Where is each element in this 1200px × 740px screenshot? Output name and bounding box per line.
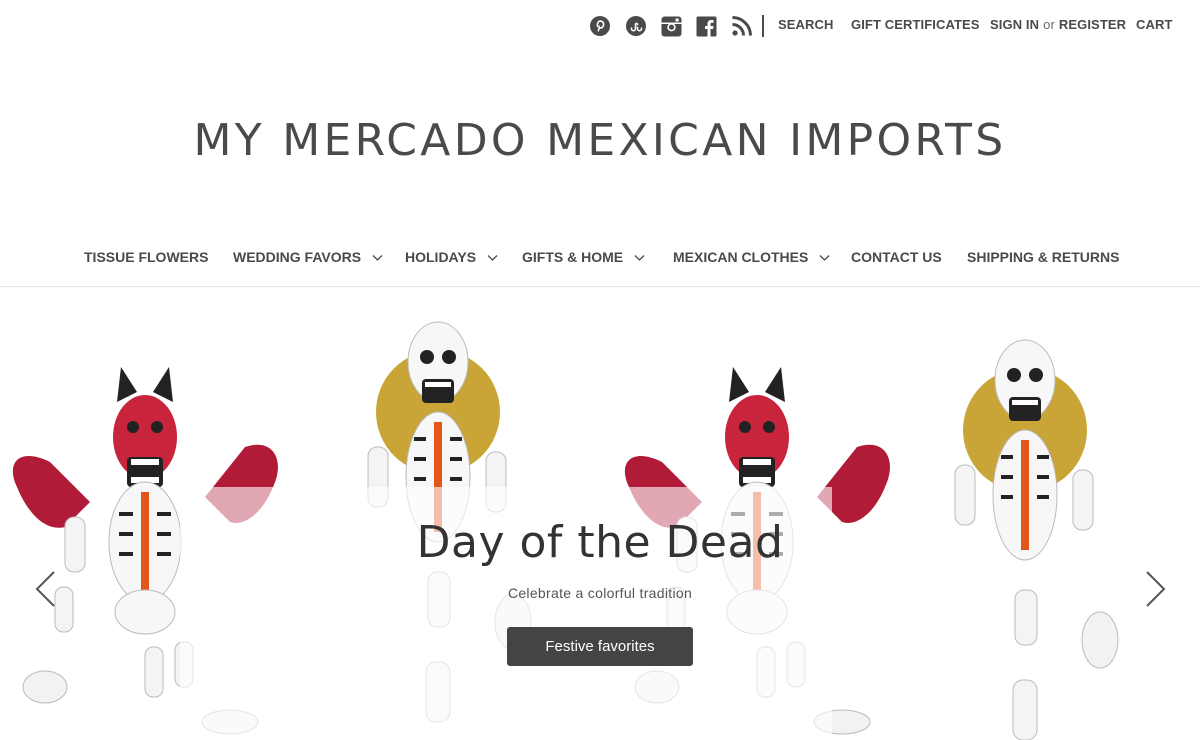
or-text: or [1043,17,1055,32]
nav-label: HOLIDAYS [405,249,477,265]
hero-carousel: Day of the Dead Celebrate a colorful tra… [0,287,1200,740]
hero-title: Day of the Dead [416,517,784,568]
nav-label: WEDDING FAVORS [233,249,362,265]
festive-favorites-button[interactable]: Festive favorites [507,627,693,666]
nav-item-holidays[interactable]: HOLIDAYS [405,249,498,265]
rss-icon[interactable] [730,14,754,38]
register-link[interactable]: REGISTER [1059,17,1126,32]
nav-item-contact-us[interactable]: CONTACT US [851,249,942,265]
chevron-down-icon [634,254,645,261]
account-links: SIGN IN or REGISTER [990,17,1126,32]
top-utility-bar: SEARCH GIFT CERTIFICATES SIGN IN or REGIST… [0,0,1200,52]
nav-label: GIFTS & HOME [522,249,624,265]
main-navigation: TISSUE FLOWERS WEDDING FAVORS HOLIDAYS G… [0,249,1200,271]
stumbleupon-icon[interactable] [624,14,648,38]
nav-item-gifts-home[interactable]: GIFTS & HOME [522,249,645,265]
chevron-down-icon [819,254,830,261]
carousel-prev-arrow-icon[interactable] [32,569,60,609]
hero-subtitle: Celebrate a colorful tradition [507,585,693,601]
chevron-down-icon [372,254,383,261]
nav-label: MEXICAN CLOTHES [673,249,809,265]
nav-label: SHIPPING & RETURNS [967,249,1120,265]
carousel-next-arrow-icon[interactable] [1141,569,1169,609]
pinterest-icon[interactable] [588,14,612,38]
nav-label: TISSUE FLOWERS [84,249,209,265]
facebook-icon[interactable] [695,14,719,38]
nav-item-wedding-favors[interactable]: WEDDING FAVORS [233,249,383,265]
social-links [588,14,766,38]
instagram-icon[interactable] [659,14,683,38]
nav-item-shipping-returns[interactable]: SHIPPING & RETURNS [967,249,1119,265]
sign-in-link[interactable]: SIGN IN [990,17,1039,32]
nav-item-tissue-flowers[interactable]: TISSUE FLOWERS [84,249,208,265]
cart-link[interactable]: CART [1136,17,1173,32]
divider [762,15,764,37]
chevron-down-icon [487,254,498,261]
store-logo[interactable]: MY MERCADO MEXICAN IMPORTS [0,114,1200,168]
search-link[interactable]: SEARCH [778,17,834,32]
gift-certificates-link[interactable]: GIFT CERTIFICATES [851,17,980,32]
nav-item-mexican-clothes[interactable]: MEXICAN CLOTHES [673,249,830,265]
nav-label: CONTACT US [851,249,942,265]
